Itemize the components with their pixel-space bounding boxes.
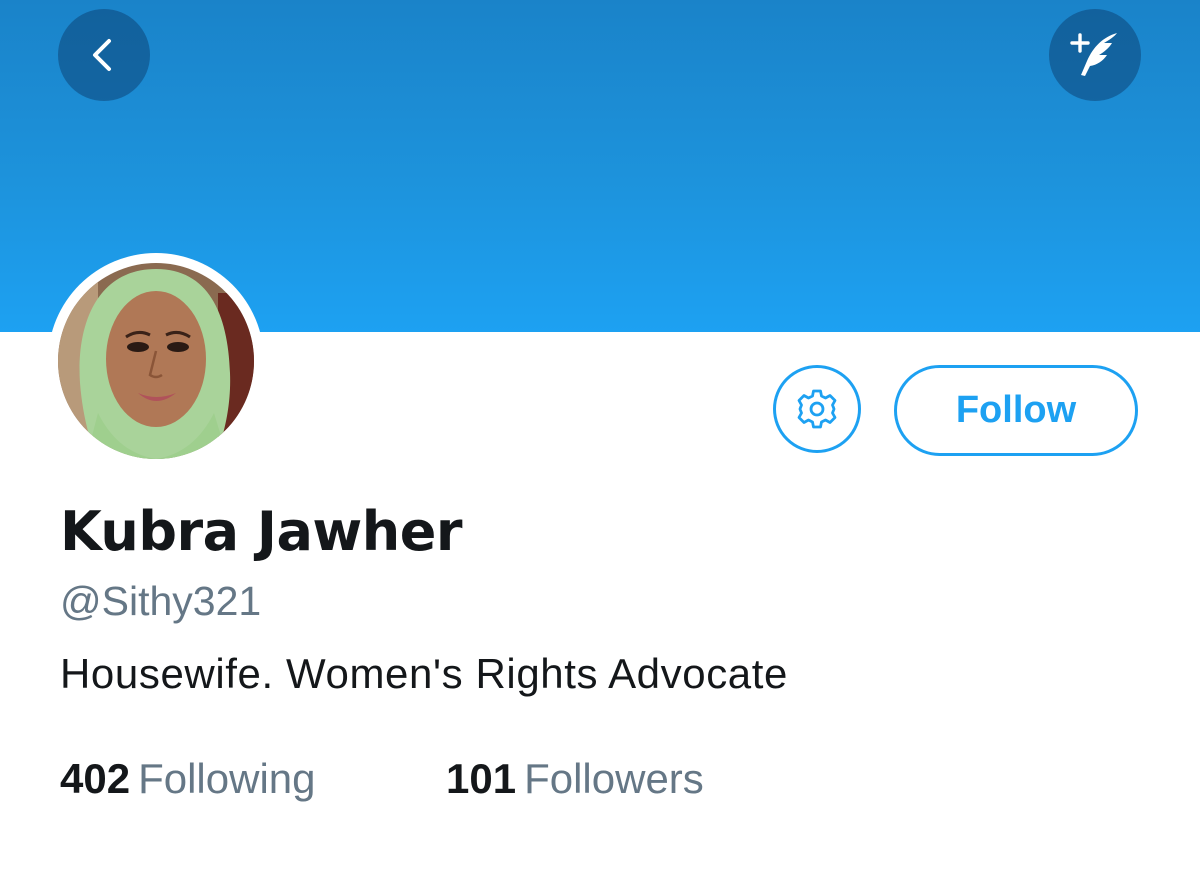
avatar[interactable] xyxy=(48,253,264,469)
following-stat[interactable]: 402 Following xyxy=(60,755,316,803)
avatar-image xyxy=(58,263,254,459)
following-count: 402 xyxy=(60,755,131,802)
followers-count: 101 xyxy=(446,755,517,802)
following-label: Following xyxy=(138,755,316,802)
profile-bio: Housewife. Women's Rights Advocate xyxy=(60,650,788,697)
followers-stat[interactable]: 101 Followers xyxy=(446,755,704,803)
profile-handle: @Sithy321 xyxy=(60,578,262,624)
follow-button[interactable]: Follow xyxy=(894,365,1138,456)
profile-settings-button[interactable] xyxy=(773,365,861,453)
profile-display-name: Kubra Jawher xyxy=(60,500,462,563)
back-button[interactable] xyxy=(58,9,150,101)
chevron-left-icon xyxy=(93,39,111,71)
gear-icon xyxy=(797,389,837,429)
followers-label: Followers xyxy=(524,755,704,802)
compose-tweet-button[interactable] xyxy=(1049,9,1141,101)
compose-quill-icon xyxy=(1070,33,1117,76)
